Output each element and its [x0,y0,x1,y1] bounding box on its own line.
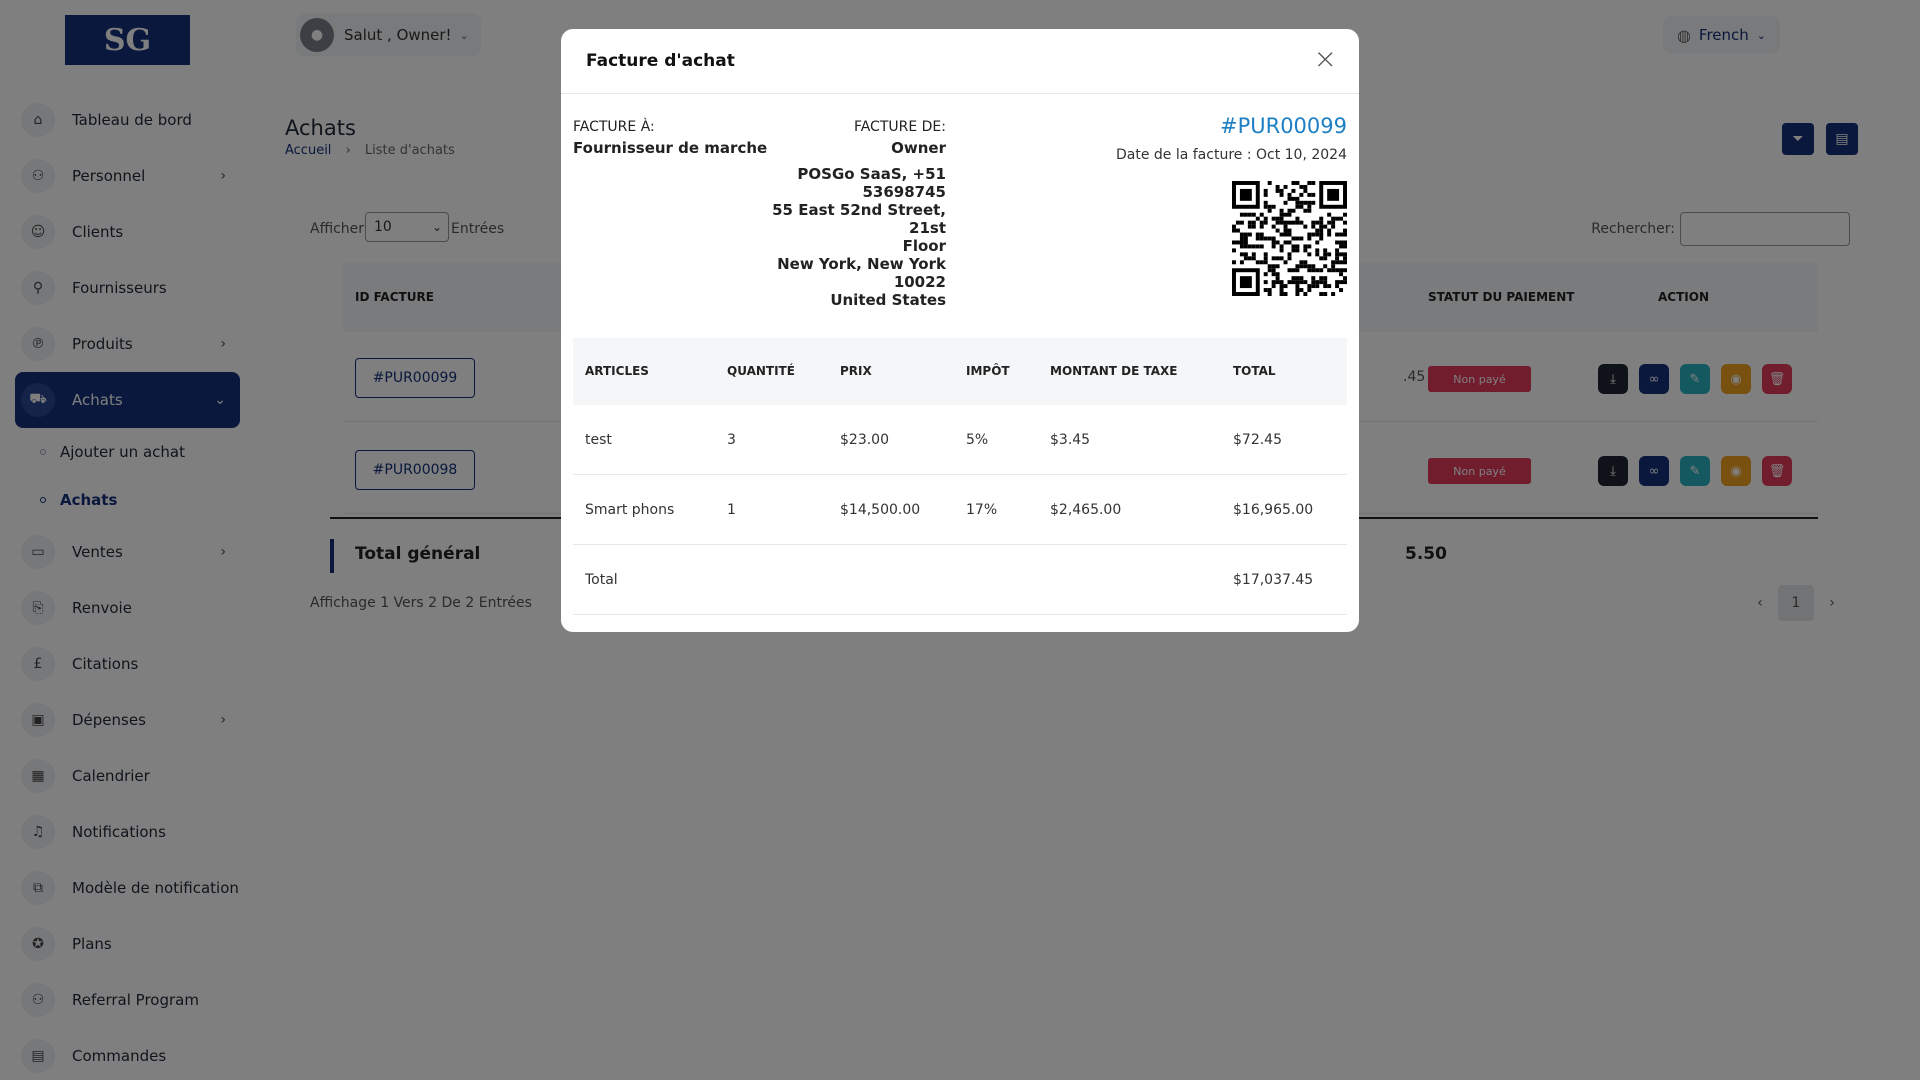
items-col-header: QUANTITÉ [727,364,795,378]
close-icon[interactable]: × [1314,45,1337,73]
item-cell-tax: 5% [966,432,989,448]
item-cell-total: $72.45 [1233,432,1282,448]
item-cell-qty: 3 [727,432,736,448]
address-line: 53698745 [862,183,947,201]
items-col-header: TOTAL [1233,364,1276,378]
items-col-header: MONTANT DE TAXE [1050,364,1178,378]
bill-to: FACTURE À: Fournisseur de marche [573,119,767,157]
qr-code [1232,181,1347,296]
purchase-invoice-modal: Facture d'achat × FACTURE À: Fournisseur… [561,29,1359,632]
modal-header: Facture d'achat × [561,29,1359,94]
invoice-items-table: ARTICLES QUANTITÉ PRIX IMPÔT MONTANT DE TAXE… [573,338,1347,615]
bill-from-address: POSGo SaaS, +51 53698745 55 East 52nd Stre… [741,165,946,309]
items-total-label: Total [585,572,618,588]
item-cell-article: Smart phons [585,502,675,518]
item-cell-article: test [585,432,612,448]
address-line: Floor [902,237,946,255]
invoice-date: Date de la facture : Oct 10, 2024 [1115,147,1347,163]
item-cell-tax: 17% [966,502,998,518]
item-row: Smart phons 1 $14,500.00 17% $2,465.00 $16,96… [573,475,1347,545]
address-line: New York, New York [777,255,946,273]
address-line: 55 East 52nd Street, 21st [772,201,946,237]
modal-title: Facture d'achat [586,51,735,71]
bill-to-name: Fournisseur de marche [573,139,768,157]
bill-from-label: FACTURE DE: [853,119,946,135]
item-row: test 3 $23.00 5% $3.45 $72.45 [573,405,1347,475]
items-col-header: IMPÔT [966,364,1010,378]
bill-from-name: Owner [891,139,946,157]
items-col-header: ARTICLES [585,364,649,378]
items-col-header: PRIX [840,364,872,378]
invoice-id: #PUR00099 [1219,114,1347,138]
item-cell-price: $23.00 [840,432,889,448]
item-cell-total: $16,965.00 [1233,502,1314,518]
item-cell-tax_amount: $3.45 [1050,432,1091,448]
address-line: United States [830,291,946,309]
address-line: POSGo SaaS, +51 [797,165,946,183]
items-table-header: ARTICLES QUANTITÉ PRIX IMPÔT MONTANT DE TAXE… [573,338,1347,405]
bill-to-label: FACTURE À: [573,119,655,135]
items-total-row: Total $17,037.45 [573,545,1347,615]
item-cell-price: $14,500.00 [840,502,921,518]
item-cell-qty: 1 [727,502,736,518]
bill-from: FACTURE DE: Owner POSGo SaaS, +51 5369874… [741,119,946,309]
item-cell-tax_amount: $2,465.00 [1050,502,1122,518]
items-total-value: $17,037.45 [1233,572,1314,588]
address-line: 10022 [893,273,946,291]
